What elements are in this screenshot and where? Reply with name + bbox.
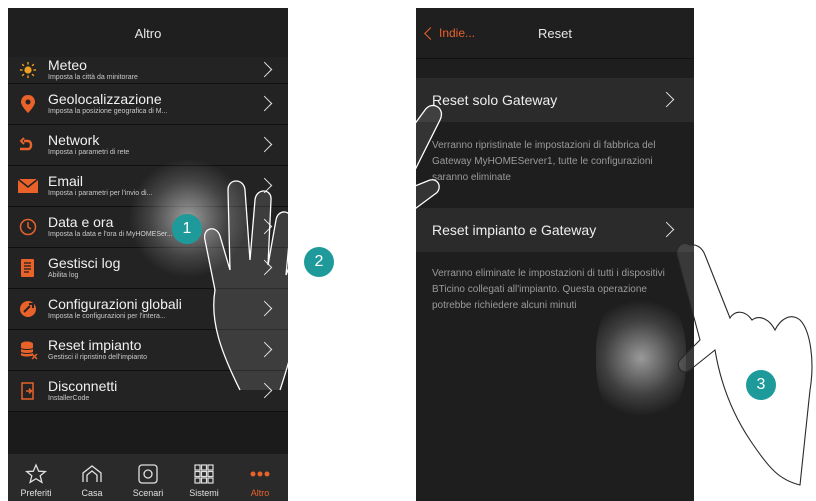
- envelope-icon: [8, 178, 48, 194]
- step-badge-1: 1: [172, 214, 202, 244]
- page-title: Reset: [538, 25, 572, 41]
- sun-icon: [8, 61, 48, 79]
- tab-altro[interactable]: Altro: [232, 454, 288, 501]
- header-bar: Indie... Reset: [416, 8, 694, 59]
- item-label: Geolocalizzazione: [48, 91, 162, 107]
- scenes-icon: [138, 464, 158, 484]
- item-label: Network: [48, 132, 100, 148]
- tab-label: Scenari: [132, 488, 164, 498]
- more-dots-icon: [250, 471, 270, 477]
- reset-gateway-option[interactable]: Reset solo Gateway: [416, 78, 694, 122]
- step-badge-2: 2: [304, 247, 334, 277]
- chevron-left-icon: [424, 26, 437, 40]
- option-label: Reset impianto e Gateway: [432, 222, 597, 238]
- chevron-right-icon: [658, 91, 675, 108]
- tab-label: Altro: [250, 488, 270, 498]
- phone-screen-reset: Indie... Reset Reset solo Gateway Verran…: [416, 8, 694, 501]
- tab-label: Sistemi: [189, 488, 219, 498]
- reset-system-gateway-option[interactable]: Reset impianto e Gateway: [416, 208, 694, 252]
- item-sublabel: Imposta la città da minitorare: [48, 74, 138, 81]
- tab-casa[interactable]: Casa: [64, 454, 120, 501]
- star-icon: [25, 463, 47, 484]
- log-icon: [8, 258, 48, 278]
- back-button[interactable]: Indie...: [424, 8, 476, 58]
- database-reset-icon: [8, 340, 48, 360]
- tab-scenari[interactable]: Scenari: [120, 454, 176, 501]
- house-icon: [82, 465, 102, 482]
- bottom-tab-bar: Preferiti Casa Scenari Sistemi Altro: [8, 454, 288, 501]
- clock-icon: [8, 218, 48, 236]
- page-title: Altro: [134, 25, 162, 41]
- hand-pointer-illustration: [309, 104, 443, 331]
- header-bar: Altro: [8, 8, 288, 59]
- item-sublabel: Imposta la posizione geografica di M...: [48, 108, 168, 115]
- grid-icon: [194, 464, 214, 484]
- tab-preferiti[interactable]: Preferiti: [8, 454, 64, 501]
- tab-label: Casa: [81, 488, 103, 498]
- back-label: Indie...: [439, 26, 476, 40]
- reset-gateway-description: Verranno ripristinate le impostazioni di…: [432, 140, 656, 183]
- option-label: Reset solo Gateway: [432, 92, 558, 108]
- logout-icon: [8, 381, 48, 401]
- step-badge-3: 3: [746, 370, 776, 400]
- location-pin-icon: [8, 94, 48, 114]
- list-item-meteo[interactable]: Meteo Imposta la città da minitorare: [8, 57, 288, 84]
- hand-pointer-illustration: [676, 242, 813, 486]
- list-item-geolocalizzazione[interactable]: Geolocalizzazione Imposta la posizione ge…: [8, 84, 288, 125]
- item-label: Meteo: [48, 57, 87, 73]
- config-icon: [8, 299, 48, 319]
- tab-sistemi[interactable]: Sistemi: [176, 454, 232, 501]
- network-icon: [8, 137, 48, 153]
- tab-label: Preferiti: [20, 488, 52, 498]
